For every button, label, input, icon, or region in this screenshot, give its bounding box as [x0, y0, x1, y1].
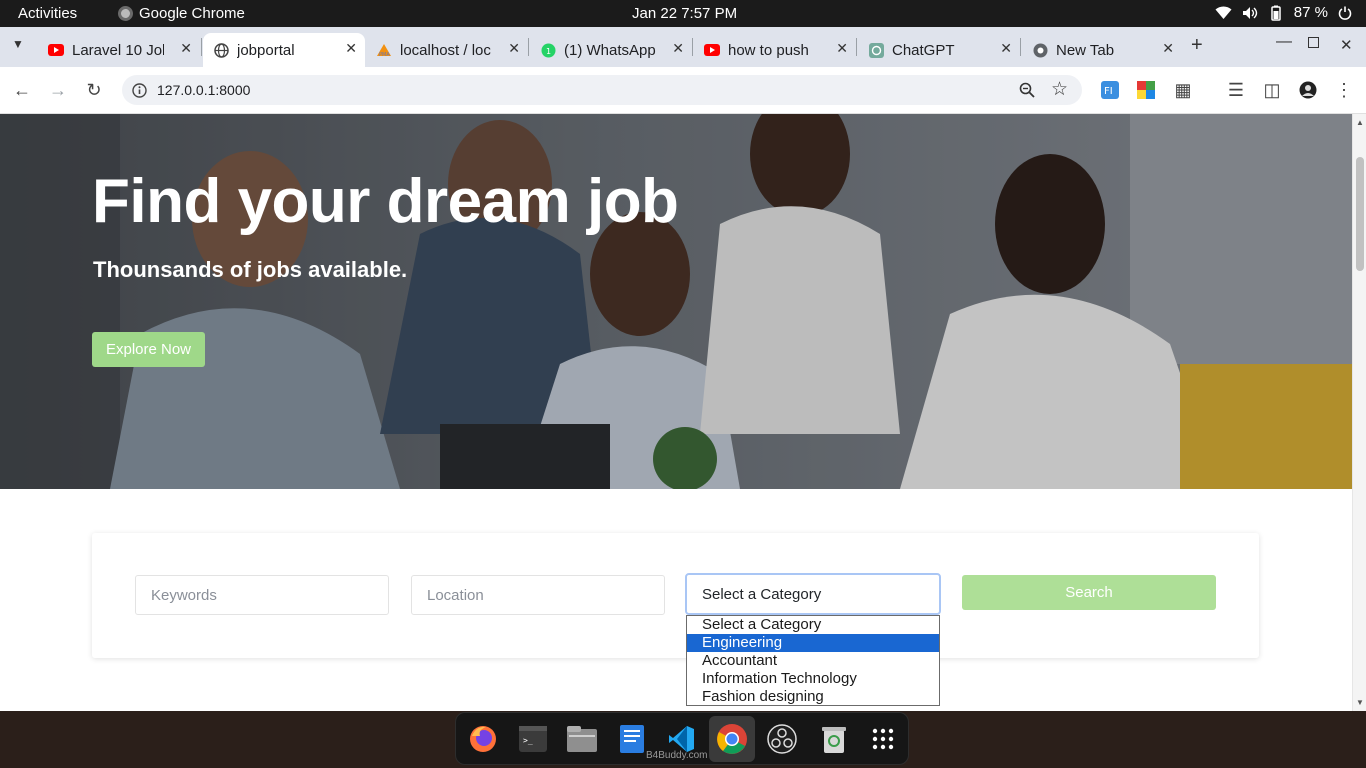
close-tab-icon[interactable]: ✕ [1000, 40, 1012, 57]
system-top-bar: Activities Google Chrome Jan 22 7:57 PM … [0, 0, 1366, 27]
close-tab-icon[interactable]: ✕ [508, 40, 520, 57]
close-tab-icon[interactable]: ✕ [672, 40, 684, 57]
category-option[interactable]: Information Technology [687, 670, 939, 688]
explore-now-button[interactable]: Explore Now [92, 332, 205, 367]
chrome-icon[interactable] [709, 716, 755, 762]
tab-whatsapp[interactable]: 1 (1) WhatsApp ✕ [530, 33, 692, 67]
watermark-text: B4Buddy.com [646, 750, 708, 761]
search-button[interactable]: Search [962, 575, 1216, 610]
new-tab-icon[interactable]: + [1191, 34, 1203, 57]
volume-icon [1242, 6, 1257, 19]
chrome-icon [118, 6, 133, 21]
tab-chatgpt[interactable]: ChatGPT ✕ [858, 33, 1020, 67]
globe-icon [213, 42, 229, 58]
tab-title: Laravel 10 Jol [72, 41, 164, 59]
keywords-input[interactable]: Keywords [135, 575, 389, 615]
scroll-up-icon[interactable]: ▲ [1356, 118, 1364, 127]
youtube-icon [48, 42, 64, 58]
scrollbar-thumb[interactable] [1356, 157, 1364, 271]
svg-text:PMA: PMA [379, 52, 390, 57]
chatgpt-icon [868, 42, 884, 58]
extension-fi-icon[interactable]: FI [1099, 79, 1121, 101]
trash-icon[interactable] [817, 722, 851, 756]
category-dropdown-list: Select a Category Engineering Accountant… [686, 615, 940, 706]
address-bar[interactable]: 127.0.0.1:8000 ☆ [122, 75, 1082, 105]
system-status-area[interactable]: 87 % [1215, 4, 1352, 21]
extension-colorful-icon[interactable] [1135, 79, 1157, 101]
app-grid-icon[interactable] [866, 722, 900, 756]
job-search-card: Keywords Location Select a Category Sear… [92, 533, 1259, 658]
forward-icon[interactable]: → [47, 79, 69, 101]
media-controls-icon[interactable]: ☰ [1225, 79, 1247, 101]
files-icon[interactable] [565, 722, 599, 756]
tab-title: (1) WhatsApp [564, 41, 656, 59]
terminal-icon[interactable]: >_ [516, 722, 550, 756]
wifi-icon [1215, 5, 1232, 19]
battery-icon [1271, 5, 1281, 21]
tab-title: how to push [728, 41, 809, 59]
close-tab-icon[interactable]: ✕ [836, 40, 848, 57]
hero-banner: Find your dream job Thounsands of jobs a… [0, 114, 1352, 489]
site-info-icon[interactable] [132, 83, 147, 98]
minimize-icon[interactable]: — [1276, 33, 1292, 51]
obs-icon[interactable] [765, 722, 799, 756]
tab-phpmyadmin[interactable]: PMA localhost / loc ✕ [366, 33, 528, 67]
location-input[interactable]: Location [411, 575, 665, 615]
application-dock: >_ B4Buddy.com [455, 712, 909, 765]
hero-title: Find your dream job [92, 167, 679, 236]
more-menu-icon[interactable]: ⋮ [1333, 79, 1355, 101]
bookmark-star-icon[interactable]: ☆ [1051, 78, 1068, 101]
tab-strip: ▼ Laravel 10 Jol ✕ jobportal ✕ PMA local… [0, 27, 1366, 67]
hero-subtitle: Thounsands of jobs available. [93, 257, 408, 282]
battery-level: 87 % [1293, 4, 1328, 21]
tab-title: ChatGPT [892, 41, 955, 59]
svg-text:FI: FI [1104, 86, 1113, 97]
chrome-icon [1032, 42, 1048, 58]
page-scrollbar[interactable]: ▲ ▼ [1352, 114, 1366, 711]
close-tab-icon[interactable]: ✕ [180, 40, 192, 57]
browser-toolbar: ← → ↻ 127.0.0.1:8000 ☆ FI ▦ ☰ ◫ ⋮ [0, 67, 1366, 114]
category-option-highlighted[interactable]: Engineering [687, 634, 939, 652]
zoom-icon[interactable] [1019, 82, 1035, 98]
close-tab-icon[interactable]: ✕ [1162, 40, 1174, 57]
reload-icon[interactable]: ↻ [83, 79, 105, 101]
url-text[interactable]: 127.0.0.1:8000 [157, 82, 250, 98]
activities-button[interactable]: Activities [18, 5, 77, 22]
maximize-icon[interactable] [1308, 37, 1319, 48]
tab-laravel[interactable]: Laravel 10 Jol ✕ [38, 33, 200, 67]
power-icon [1338, 6, 1352, 20]
extensions-puzzle-icon[interactable]: ▦ [1172, 79, 1194, 101]
svg-text:1: 1 [546, 47, 551, 56]
tab-youtube-push[interactable]: how to push ✕ [694, 33, 856, 67]
firefox-icon[interactable] [466, 722, 500, 756]
close-window-icon[interactable]: ✕ [1340, 36, 1353, 54]
category-select[interactable]: Select a Category [685, 573, 941, 615]
tab-title: localhost / loc [400, 41, 491, 59]
close-tab-icon[interactable]: ✕ [345, 40, 357, 57]
tab-title: New Tab [1056, 41, 1115, 59]
category-option[interactable]: Accountant [687, 652, 939, 670]
tab-title: jobportal [237, 41, 295, 59]
profile-avatar-icon[interactable] [1297, 79, 1319, 101]
tab-new-tab[interactable]: New Tab ✕ [1022, 33, 1182, 67]
phpmyadmin-icon: PMA [376, 42, 392, 58]
category-option[interactable]: Fashion designing [687, 688, 939, 706]
tab-search-icon[interactable]: ▼ [12, 37, 24, 51]
category-option[interactable]: Select a Category [687, 616, 939, 634]
back-icon[interactable]: ← [11, 79, 33, 101]
clock[interactable]: Jan 22 7:57 PM [632, 5, 737, 22]
app-menu[interactable]: Google Chrome [118, 5, 245, 22]
whatsapp-icon: 1 [540, 42, 556, 58]
text-editor-icon[interactable] [615, 722, 649, 756]
tab-jobportal[interactable]: jobportal ✕ [203, 33, 365, 67]
youtube-icon [704, 42, 720, 58]
svg-text:>_: >_ [523, 736, 533, 745]
app-name: Google Chrome [139, 5, 245, 22]
side-panel-icon[interactable]: ◫ [1261, 79, 1283, 101]
scroll-down-icon[interactable]: ▼ [1356, 698, 1364, 707]
